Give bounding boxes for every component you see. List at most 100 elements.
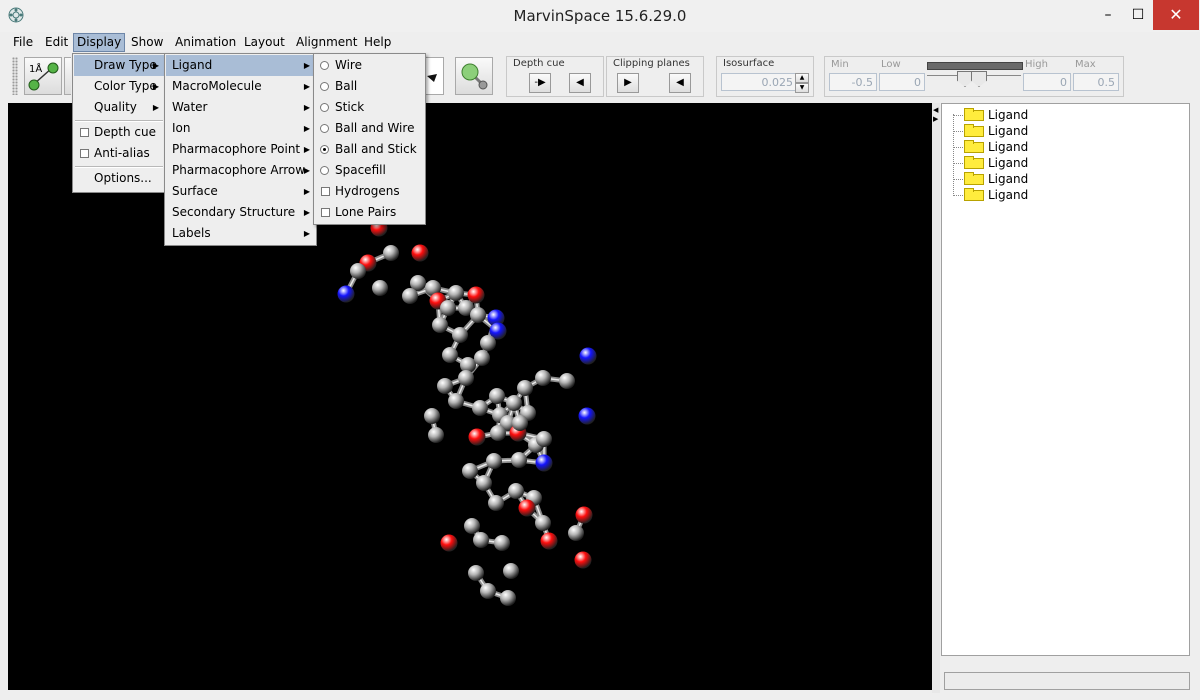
carbon-atom[interactable] [448,393,464,409]
isosurface-spin-down[interactable]: ▼ [795,83,809,93]
carbon-atom[interactable] [470,307,486,323]
carbon-atom[interactable] [437,378,453,394]
collapse-left-arrow[interactable]: ◀ [933,106,938,114]
carbon-atom[interactable] [464,518,480,534]
carbon-atom[interactable] [568,525,584,541]
isosurface-spin-up[interactable]: ▲ [795,73,809,83]
carbon-atom[interactable] [536,431,552,447]
range-max-field[interactable]: 0.5 [1073,73,1119,91]
menu-file[interactable]: File [10,34,36,51]
menu-edit[interactable]: Edit [42,34,71,51]
menu-display[interactable]: Display [73,33,126,52]
toolbar-grip[interactable] [12,57,18,95]
clip-back-button[interactable]: ◀ [669,73,691,93]
menu-item-hydrogens[interactable]: Hydrogens [315,181,424,202]
carbon-atom[interactable] [474,350,490,366]
carbon-atom[interactable] [452,327,468,343]
menu-item-ligand[interactable]: Ligand ▶ [166,55,315,76]
range-min-field[interactable]: -0.5 [829,73,877,91]
carbon-atom[interactable] [458,370,474,386]
carbon-atom[interactable] [488,495,504,511]
carbon-atom[interactable] [506,395,522,411]
carbon-atom[interactable] [424,408,440,424]
carbon-atom[interactable] [486,453,502,469]
menu-item-draw-type[interactable]: Draw Type ▶ [74,55,164,76]
menu-layout[interactable]: Layout [241,34,288,51]
carbon-atom[interactable] [472,400,488,416]
nitrogen-atom[interactable] [578,407,596,425]
isosurface-value-field[interactable]: 0.025 [721,73,797,91]
carbon-atom[interactable] [462,463,478,479]
oxygen-atom[interactable] [540,532,558,550]
carbon-atom[interactable] [468,565,484,581]
range-high-thumb[interactable] [971,71,987,87]
maximize-button[interactable]: ☐ [1123,0,1153,30]
carbon-atom[interactable] [440,300,456,316]
minimize-button[interactable]: – [1093,0,1123,30]
carbon-atom[interactable] [503,563,519,579]
menu-item-ball-and-stick[interactable]: Ball and Stick [315,139,424,160]
menu-item-surface[interactable]: Surface ▶ [166,181,315,202]
carbon-atom[interactable] [535,515,551,531]
carbon-atom[interactable] [489,388,505,404]
menu-item-stick[interactable]: Stick [315,97,424,118]
range-low-field[interactable]: 0 [879,73,925,91]
menu-item-pharmacophore-point[interactable]: Pharmacophore Point ▶ [166,139,315,160]
carbon-atom[interactable] [350,263,366,279]
measure-distance-button[interactable]: 1Å [24,57,62,95]
toolbar-button-partial[interactable] [64,57,71,95]
menu-item-options[interactable]: Options... [74,168,164,189]
carbon-atom[interactable] [383,245,399,261]
menu-item-ball[interactable]: Ball [315,76,424,97]
range-low-thumb[interactable] [957,71,973,87]
menu-item-anti-alias[interactable]: Anti-alias [74,143,164,164]
carbon-atom[interactable] [480,335,496,351]
oxygen-atom[interactable] [575,506,593,524]
oxygen-atom[interactable] [574,551,592,569]
menu-show[interactable]: Show [128,34,166,51]
carbon-atom[interactable] [508,483,524,499]
carbon-atom[interactable] [372,280,388,296]
carbon-atom[interactable] [535,370,551,386]
carbon-atom[interactable] [402,288,418,304]
carbon-atom[interactable] [448,285,464,301]
close-button[interactable]: ✕ [1153,0,1199,30]
oxygen-atom[interactable] [411,244,429,262]
structure-tree[interactable]: Ligand Ligand Ligand Ligand Ligand Ligan… [941,103,1190,656]
menu-item-macromolecule[interactable]: MacroMolecule ▶ [166,76,315,97]
menu-item-depth-cue[interactable]: Depth cue [74,122,164,143]
nitrogen-atom[interactable] [337,285,355,303]
carbon-atom[interactable] [500,590,516,606]
carbon-atom[interactable] [512,415,528,431]
nitrogen-atom[interactable] [535,454,553,472]
carbon-atom[interactable] [476,475,492,491]
menu-alignment[interactable]: Alignment [293,34,360,51]
menu-item-quality[interactable]: Quality ▶ [74,97,164,118]
menu-item-lone-pairs[interactable]: Lone Pairs [315,202,424,223]
menu-item-pharmacophore-arrow[interactable]: Pharmacophore Arrow ▶ [166,160,315,181]
range-slider-track[interactable] [927,62,1023,70]
oxygen-atom[interactable] [440,534,458,552]
menu-help[interactable]: Help [361,34,394,51]
oxygen-atom[interactable] [467,286,485,304]
carbon-atom[interactable] [442,347,458,363]
nitrogen-atom[interactable] [579,347,597,365]
menu-item-wire[interactable]: Wire [315,55,424,76]
clip-front-button[interactable]: ▶ [617,73,639,93]
carbon-atom[interactable] [428,427,444,443]
menu-item-spacefill[interactable]: Spacefill [315,160,424,181]
atom-style-button[interactable] [455,57,493,95]
carbon-atom[interactable] [480,583,496,599]
menu-item-secondary-structure[interactable]: Secondary Structure ▶ [166,202,315,223]
menu-item-water[interactable]: Water ▶ [166,97,315,118]
carbon-atom[interactable] [511,452,527,468]
collapse-right-arrow[interactable]: ▶ [933,115,938,123]
oxygen-atom[interactable] [518,499,536,517]
depth-cue-increase-button[interactable]: ◀ [569,73,591,93]
menu-animation[interactable]: Animation [172,34,239,51]
depth-cue-decrease-button[interactable]: -▶ [529,73,551,93]
menu-item-ball-and-wire[interactable]: Ball and Wire [315,118,424,139]
carbon-atom[interactable] [432,317,448,333]
panel-splitter[interactable]: ◀ ▶ [932,103,940,693]
carbon-atom[interactable] [473,532,489,548]
